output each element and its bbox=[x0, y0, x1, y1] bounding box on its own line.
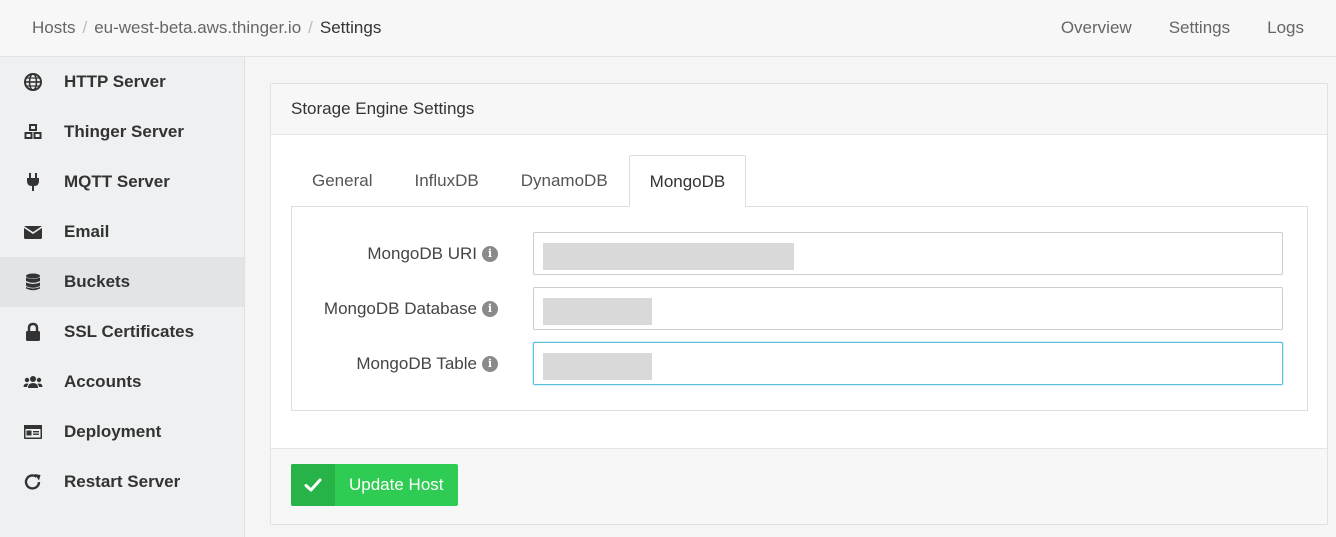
field-label-text: MongoDB Database bbox=[323, 298, 477, 318]
check-icon bbox=[291, 464, 335, 506]
database-icon bbox=[22, 271, 44, 293]
update-host-label: Update Host bbox=[349, 475, 444, 494]
nav-settings[interactable]: Settings bbox=[1169, 18, 1230, 38]
field-label-text: MongoDB Table bbox=[356, 353, 477, 373]
mongodb-database-input[interactable] bbox=[533, 287, 1283, 330]
breadcrumb-separator: / bbox=[82, 18, 88, 37]
info-icon[interactable]: i bbox=[482, 355, 498, 372]
tab-dynamodb[interactable]: DynamoDB bbox=[500, 155, 629, 206]
breadcrumb-host[interactable]: eu-west-beta.aws.thinger.io bbox=[94, 18, 301, 38]
sidebar-item-accounts[interactable]: Accounts bbox=[0, 357, 244, 407]
globe-icon bbox=[22, 71, 44, 93]
redacted-value bbox=[543, 243, 794, 270]
sidebar-item-label: MQTT Server bbox=[64, 172, 170, 191]
sidebar-item-label: Thinger Server bbox=[64, 122, 184, 141]
sidebar-item-ssl-certificates[interactable]: SSL Certificates bbox=[0, 307, 244, 357]
form-row-mongodb-uri: MongoDB URI i bbox=[292, 232, 1309, 275]
breadcrumb-separator: / bbox=[308, 18, 313, 37]
form-row-mongodb-database: MongoDB Database i bbox=[292, 287, 1309, 330]
mongodb-table-input[interactable] bbox=[533, 342, 1283, 385]
field-label: MongoDB URI i bbox=[292, 244, 498, 264]
id-card-icon bbox=[22, 421, 44, 443]
sidebar-item-http-server[interactable]: HTTP Server bbox=[0, 57, 244, 107]
panel-title: Storage Engine Settings bbox=[271, 84, 1327, 135]
tab-content-mongodb: MongoDB URI i MongoDB Database i MongoDB… bbox=[291, 206, 1308, 411]
form-row-mongodb-table: MongoDB Table i bbox=[292, 342, 1309, 385]
sidebar-item-label: HTTP Server bbox=[64, 72, 166, 91]
info-icon[interactable]: i bbox=[482, 300, 498, 317]
sidebar-item-label: Accounts bbox=[64, 372, 142, 391]
sidebar-item-thinger-server[interactable]: Thinger Server bbox=[0, 107, 244, 157]
update-host-button[interactable]: Update Host bbox=[291, 464, 458, 506]
sidebar-item-label: Buckets bbox=[64, 272, 131, 291]
lock-icon bbox=[22, 321, 44, 343]
sidebar-item-email[interactable]: Email bbox=[0, 207, 244, 257]
panel-footer: Update Host bbox=[271, 448, 1327, 524]
envelope-icon bbox=[22, 221, 44, 243]
sidebar: HTTP Server Thinger Server MQTT Server E… bbox=[0, 57, 245, 537]
breadcrumb: Hosts / eu-west-beta.aws.thinger.io / Se… bbox=[32, 18, 381, 38]
cubes-icon bbox=[22, 121, 44, 143]
sidebar-item-label: Deployment bbox=[64, 422, 162, 441]
sidebar-item-label: Restart Server bbox=[64, 472, 181, 491]
redacted-value bbox=[543, 298, 652, 325]
field-label: MongoDB Table i bbox=[292, 354, 498, 374]
field-label: MongoDB Database i bbox=[292, 299, 498, 319]
breadcrumb-hosts[interactable]: Hosts bbox=[32, 18, 75, 38]
nav-logs[interactable]: Logs bbox=[1267, 18, 1304, 38]
tab-mongodb[interactable]: MongoDB bbox=[628, 155, 747, 207]
sidebar-item-mqtt-server[interactable]: MQTT Server bbox=[0, 157, 244, 207]
info-icon[interactable]: i bbox=[482, 245, 498, 262]
redo-icon bbox=[22, 471, 44, 493]
sidebar-item-restart-server[interactable]: Restart Server bbox=[0, 457, 244, 507]
tab-influxdb[interactable]: InfluxDB bbox=[393, 155, 499, 206]
redacted-value bbox=[543, 353, 652, 380]
storage-settings-panel: Storage Engine Settings General InfluxDB… bbox=[270, 83, 1328, 525]
sidebar-item-label: Email bbox=[64, 222, 110, 241]
sidebar-item-buckets[interactable]: Buckets bbox=[0, 257, 244, 307]
breadcrumb-current: Settings bbox=[319, 18, 382, 37]
top-nav: Overview Settings Logs bbox=[1061, 18, 1304, 38]
top-bar: Hosts / eu-west-beta.aws.thinger.io / Se… bbox=[0, 0, 1336, 57]
sidebar-item-label: SSL Certificates bbox=[64, 322, 195, 341]
tab-general[interactable]: General bbox=[291, 155, 393, 206]
nav-overview[interactable]: Overview bbox=[1061, 18, 1132, 38]
sidebar-item-deployment[interactable]: Deployment bbox=[0, 407, 244, 457]
mongodb-uri-input[interactable] bbox=[533, 232, 1283, 275]
users-icon bbox=[22, 371, 44, 393]
tab-bar: General InfluxDB DynamoDB MongoDB bbox=[291, 155, 747, 207]
field-label-text: MongoDB URI bbox=[367, 243, 477, 263]
plug-icon bbox=[22, 171, 44, 193]
